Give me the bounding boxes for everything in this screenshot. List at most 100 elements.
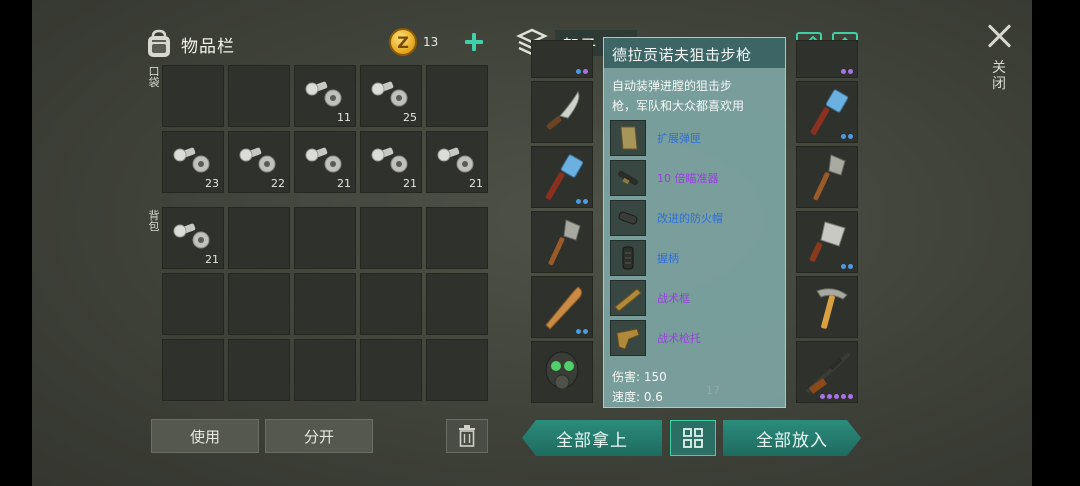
shovel-icon xyxy=(813,154,846,201)
damage-stat: 伤害: 150 xyxy=(612,370,667,384)
attachment-item: 改进的防火帽 xyxy=(610,198,780,238)
inventory-slot[interactable] xyxy=(426,207,488,269)
storage-slot[interactable] xyxy=(531,211,593,273)
inventory-slot[interactable] xyxy=(294,273,356,335)
coin-count: 13 xyxy=(423,35,439,49)
inventory-slot[interactable] xyxy=(360,339,422,401)
rarity-dots xyxy=(841,134,853,139)
bolt-nut-icon xyxy=(437,147,474,173)
rarity-dots xyxy=(841,264,853,269)
inventory-slot[interactable] xyxy=(426,339,488,401)
inventory-slot[interactable] xyxy=(228,207,290,269)
inventory-slot[interactable] xyxy=(360,273,422,335)
storage-slot[interactable] xyxy=(796,276,858,338)
bolt-nut-icon xyxy=(173,223,210,249)
cleaver-icon xyxy=(809,221,846,262)
attachment-name: 改进的防火帽 xyxy=(657,212,723,225)
machete-icon xyxy=(546,90,580,130)
sniper-rifle-icon xyxy=(805,352,851,394)
use-button[interactable]: 使用 xyxy=(151,419,259,453)
gas-mask-icon xyxy=(545,351,579,390)
inventory-slot[interactable] xyxy=(360,207,422,269)
inventory-slot[interactable] xyxy=(228,273,290,335)
attachment-item: 战术枪托 xyxy=(610,318,780,358)
bolt-nut-icon xyxy=(371,147,408,173)
shovel-icon xyxy=(548,219,581,266)
inventory-slot[interactable]: 21 xyxy=(294,131,356,193)
close-button[interactable] xyxy=(986,22,1014,50)
storage-slot[interactable] xyxy=(531,40,593,78)
inventory-slot[interactable]: 11 xyxy=(294,65,356,127)
storage-slot[interactable] xyxy=(531,341,593,403)
magazine-icon xyxy=(610,120,646,156)
bolt-nut-icon xyxy=(305,81,342,107)
hammer-icon xyxy=(545,154,584,200)
inventory-slot[interactable] xyxy=(162,339,224,401)
backpack-label: 背包 xyxy=(148,209,160,233)
inventory-slot[interactable] xyxy=(426,65,488,127)
inventory-slot[interactable] xyxy=(162,65,224,127)
inventory-slot[interactable]: 21 xyxy=(360,131,422,193)
attachment-item: 扩展弹匣 xyxy=(610,118,780,158)
storage-slot[interactable] xyxy=(796,81,858,143)
item-count: 25 xyxy=(403,111,417,124)
hammer-icon xyxy=(810,89,849,135)
rarity-dots xyxy=(820,394,853,399)
scope-icon xyxy=(610,160,646,196)
close-label: 关 闭 xyxy=(992,60,1006,92)
storage-slot[interactable] xyxy=(531,276,593,338)
item-count: 22 xyxy=(271,177,285,190)
attachment-list: 扩展弹匣 10 倍瞄准器 改进的防火帽 握柄 战术框 战术枪托 xyxy=(610,118,780,358)
inventory-slot[interactable] xyxy=(426,273,488,335)
pocket-label: 口袋 xyxy=(148,65,160,89)
backpack-grid: 21 xyxy=(162,207,488,401)
tactical-stock-icon xyxy=(610,320,646,356)
inventory-slot[interactable] xyxy=(228,65,290,127)
item-count: 21 xyxy=(337,177,351,190)
tactical-frame-icon xyxy=(610,280,646,316)
trash-icon xyxy=(459,425,475,447)
sort-button[interactable] xyxy=(670,420,716,456)
coin-counter: Z 13 xyxy=(389,28,438,56)
item-count: 21 xyxy=(403,177,417,190)
grid-icon xyxy=(683,428,703,448)
hidden-slot-count: 17 xyxy=(706,384,720,397)
inventory-slot[interactable]: 21 xyxy=(426,131,488,193)
inventory-slot[interactable] xyxy=(162,273,224,335)
bolt-nut-icon xyxy=(371,81,408,107)
attachment-name: 战术枪托 xyxy=(657,332,701,345)
add-coins-button[interactable] xyxy=(463,31,485,53)
discard-button[interactable] xyxy=(446,419,488,453)
game-screen: 物品栏 Z 13 口袋 背包 11 25 23 22 21 21 21 21 使… xyxy=(0,0,1080,486)
storage-slot[interactable] xyxy=(531,81,593,143)
pocket-grid: 11 25 23 22 21 21 21 xyxy=(162,65,488,193)
tooltip-stats: 伤害: 150 速度: 0.6 xyxy=(612,367,667,407)
storage-slot[interactable] xyxy=(796,40,858,78)
storage-slot[interactable] xyxy=(796,341,858,403)
storage-slot[interactable] xyxy=(796,146,858,208)
split-button[interactable]: 分开 xyxy=(265,419,373,453)
put-all-button[interactable]: 全部放入 xyxy=(723,420,861,456)
attachment-item: 握柄 xyxy=(610,238,780,278)
baseball-bat-icon xyxy=(545,286,583,330)
item-count: 21 xyxy=(205,253,219,266)
rarity-dots xyxy=(576,329,588,334)
tooltip-description: 自动装弹进膛的狙击步 枪，军队和大众都喜欢用 xyxy=(612,79,745,113)
inventory-slot[interactable]: 25 xyxy=(360,65,422,127)
bolt-nut-icon xyxy=(239,147,276,173)
storage-slot[interactable] xyxy=(531,146,593,208)
take-all-button[interactable]: 全部拿上 xyxy=(522,420,662,456)
inventory-slot[interactable] xyxy=(294,207,356,269)
storage-slot[interactable] xyxy=(796,211,858,273)
inventory-slot[interactable] xyxy=(228,339,290,401)
item-count: 11 xyxy=(337,111,351,124)
inventory-slot[interactable]: 23 xyxy=(162,131,224,193)
pickaxe-hammer-icon xyxy=(816,288,848,329)
grip-icon xyxy=(610,240,646,276)
inventory-slot[interactable] xyxy=(294,339,356,401)
attachment-item: 10 倍瞄准器 xyxy=(610,158,780,198)
attachment-name: 握柄 xyxy=(657,252,679,265)
inventory-slot[interactable]: 21 xyxy=(162,207,224,269)
inventory-slot[interactable]: 22 xyxy=(228,131,290,193)
backpack-icon xyxy=(148,29,170,57)
